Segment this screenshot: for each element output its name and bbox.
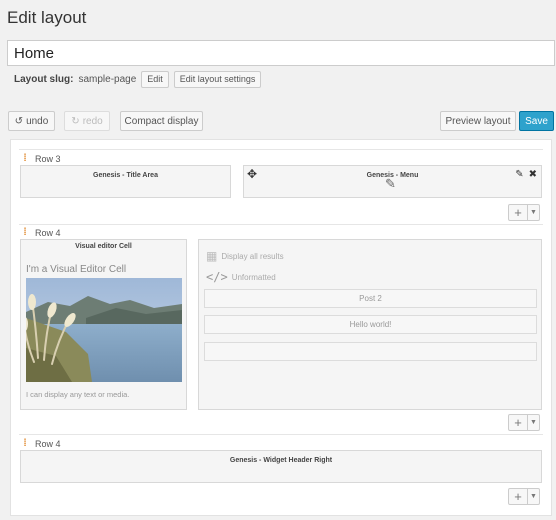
cell-title: Genesis - Widget Header Right (229, 457, 333, 464)
cell-visual-editor[interactable]: Visual editor Cell I'm a Visual Editor C… (20, 239, 187, 410)
move-icon[interactable]: ✥ (247, 167, 257, 181)
code-icon: </> (206, 270, 228, 284)
plus-icon[interactable]: + (508, 488, 528, 505)
plus-icon[interactable]: + (508, 414, 528, 431)
close-icon[interactable]: ✖ (529, 169, 537, 180)
preview-layout-button[interactable]: Preview layout (440, 111, 516, 131)
add-cell-control: + ▼ (508, 488, 540, 505)
drag-handle-icon[interactable]: ⁞ (23, 227, 27, 238)
add-cell-control: + ▼ (508, 204, 540, 221)
undo-label: undo (26, 115, 49, 127)
page-title: Edit layout (7, 8, 87, 27)
display-all-results: ▦ Display all results (206, 249, 284, 263)
row-divider (19, 224, 543, 225)
compact-display-button[interactable]: Compact display (120, 111, 203, 131)
edit-slug-button[interactable]: Edit (141, 71, 169, 88)
row-divider (19, 434, 543, 435)
redo-button[interactable]: ↻ redo (64, 111, 110, 131)
cell-menu[interactable]: ✥ Genesis - Menu ✎ ✎ ✖ (243, 165, 542, 198)
layout-title-input[interactable] (7, 40, 555, 66)
undo-button[interactable]: ↺ undo (8, 111, 55, 131)
post-item[interactable]: Post 2 (204, 289, 537, 308)
slug-value: sample-page (78, 74, 137, 85)
slug-label: Layout slug: (14, 74, 74, 85)
row-label: Row 4 (35, 438, 61, 449)
plus-icon[interactable]: + (508, 204, 528, 221)
caret-down-icon[interactable]: ▼ (528, 414, 540, 431)
landscape-image (26, 278, 182, 382)
redo-icon: ↻ (71, 115, 80, 127)
row-header: ⁞ Row 4 (23, 227, 61, 238)
caret-down-icon[interactable]: ▼ (528, 488, 540, 505)
visual-editor-caption: I can display any text or media. (26, 390, 130, 399)
format-line: </> Unformatted (206, 270, 276, 284)
cell-actions: ✎ ✖ (515, 169, 537, 180)
post-item[interactable] (204, 342, 537, 361)
row-label: Row 4 (35, 227, 61, 238)
pencil-icon[interactable]: ✎ (515, 169, 523, 180)
display-all-label: Display all results (221, 251, 284, 261)
add-cell-control: + ▼ (508, 414, 540, 431)
drag-handle-icon[interactable]: ⁞ (23, 438, 27, 449)
row-divider (19, 149, 543, 150)
cell-widget-header-right[interactable]: Genesis - Widget Header Right (20, 450, 542, 483)
layout-editor: ⁞ Row 3 Genesis - Title Area ✥ Genesis -… (10, 139, 552, 516)
row-header: ⁞ Row 3 (23, 153, 61, 164)
cell-title: Visual editor Cell (75, 243, 132, 250)
pencil-icon: ✎ (385, 176, 396, 191)
cell-title: Genesis - Title Area (93, 172, 158, 179)
slug-row: Layout slug: sample-page Edit Edit layou… (14, 71, 262, 88)
caret-down-icon[interactable]: ▼ (528, 204, 540, 221)
calendar-icon: ▦ (206, 249, 218, 263)
row-label: Row 3 (35, 153, 61, 164)
cell-title-area[interactable]: Genesis - Title Area (20, 165, 231, 198)
format-label: Unformatted (231, 272, 276, 282)
undo-icon: ↺ (14, 115, 24, 127)
row-header: ⁞ Row 4 (23, 438, 61, 449)
visual-editor-heading: I'm a Visual Editor Cell (26, 264, 127, 275)
edit-layout-settings-button[interactable]: Edit layout settings (173, 71, 262, 88)
drag-handle-icon[interactable]: ⁞ (23, 153, 27, 164)
cell-post-loop[interactable]: ▦ Display all results </> Unformatted Po… (198, 239, 542, 410)
save-button[interactable]: Save (519, 111, 554, 131)
post-item[interactable]: Hello world! (204, 315, 537, 334)
redo-label: redo (82, 115, 103, 127)
